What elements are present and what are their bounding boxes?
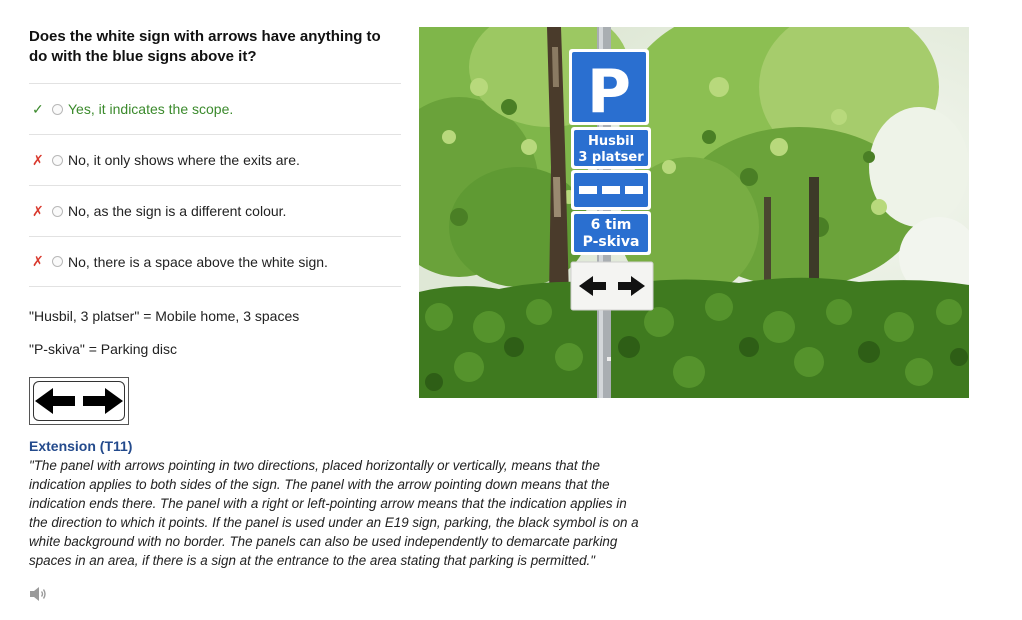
question-photo: P Husbil 3 platser 6 tim P-skiva: [419, 27, 969, 398]
radio-button[interactable]: [52, 205, 63, 217]
extension-title: Extension (T11): [29, 438, 133, 454]
p-letter: P: [587, 57, 631, 127]
arrow-sign-thumbnail[interactable]: [29, 377, 129, 425]
extension-text: "The panel with arrows pointing in two d…: [29, 458, 639, 568]
speaker-icon[interactable]: [29, 586, 49, 602]
cross-icon: ✗: [32, 253, 44, 269]
translation-note-p-skiva: "P-skiva" = Parking disc: [29, 341, 178, 357]
answer-label: No, as the sign is a different colour.: [68, 203, 287, 219]
answer-option-4[interactable]: ✗ No, there is a space above the white s…: [29, 236, 401, 287]
double-arrow-icon: [35, 388, 123, 414]
tim-line1: 6 tim: [591, 217, 632, 233]
checkmark-icon: ✓: [32, 100, 44, 117]
answer-option-3[interactable]: ✗ No, as the sign is a different colour.: [29, 185, 401, 236]
question-text: Does the white sign with arrows have any…: [29, 28, 381, 65]
radio-button[interactable]: [52, 154, 63, 166]
answer-option-2[interactable]: ✗ No, it only shows where the exits are.: [29, 134, 401, 185]
tim-line2: P-skiva: [583, 234, 640, 250]
radio-button[interactable]: [52, 103, 63, 115]
answer-label: No, there is a space above the white sig…: [68, 253, 328, 270]
answer-option-1[interactable]: ✓ Yes, it indicates the scope.: [29, 83, 401, 134]
husbil-line1: Husbil: [588, 134, 634, 149]
radio-button[interactable]: [52, 256, 63, 267]
answer-list: ✓ Yes, it indicates the scope. ✗ No, it …: [29, 83, 401, 287]
cross-icon: ✗: [32, 151, 44, 168]
answer-label: No, it only shows where the exits are.: [68, 152, 300, 168]
translation-note-husbil: "Husbil, 3 platser" = Mobile home, 3 spa…: [29, 308, 300, 324]
answer-label: Yes, it indicates the scope.: [68, 101, 234, 117]
parking-sign-photo: P Husbil 3 platser 6 tim P-skiva: [419, 27, 969, 398]
cross-icon: ✗: [32, 202, 44, 219]
husbil-line2: 3 platser: [578, 150, 644, 165]
